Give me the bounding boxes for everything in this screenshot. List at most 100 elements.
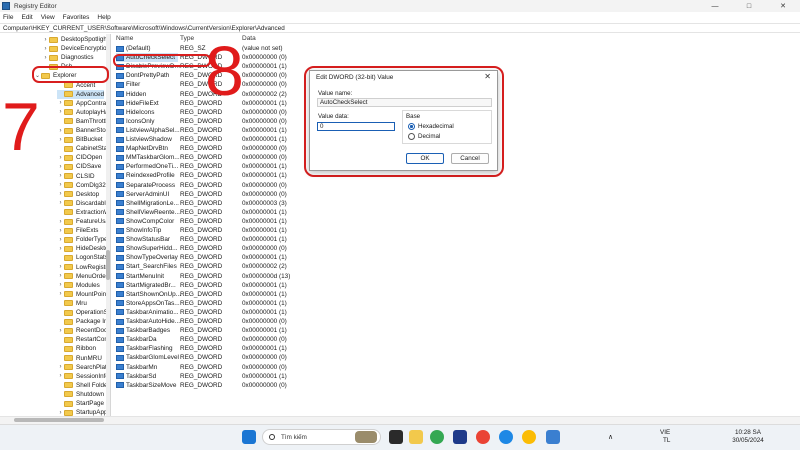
app-icon[interactable]: [453, 430, 467, 444]
chevron-right-icon[interactable]: ›: [42, 55, 49, 61]
value-name-cell[interactable]: ShowStatusBar: [116, 235, 173, 244]
value-name-cell[interactable]: TaskbarMn: [116, 363, 160, 372]
horizontal-scrollbar[interactable]: [0, 416, 800, 424]
chevron-right-icon[interactable]: ›: [57, 164, 64, 170]
tree-item[interactable]: BamThrottlin: [57, 117, 110, 126]
value-row[interactable]: ShellMigrationLe... REG_DWORD 0x00000003 (…: [112, 199, 800, 208]
tree-item[interactable]: StartPage: [57, 399, 104, 408]
value-name-cell[interactable]: IconsOnly: [116, 117, 157, 126]
tree-item[interactable]: ›FeatureUsage: [57, 217, 111, 226]
tree-item[interactable]: OperationSta: [57, 308, 110, 317]
chevron-right-icon[interactable]: ›: [57, 128, 64, 134]
value-name-cell[interactable]: ListviewAlphaSel...: [116, 126, 183, 135]
menu-edit[interactable]: Edit: [21, 14, 32, 21]
value-name-cell[interactable]: Hidden: [116, 90, 149, 99]
chrome-profile-icon[interactable]: [476, 430, 490, 444]
tree-item[interactable]: › HideDesktop: [57, 244, 111, 253]
chevron-right-icon[interactable]: ›: [57, 200, 64, 206]
chevron-right-icon[interactable]: ›: [57, 219, 64, 225]
cancel-button[interactable]: Cancel: [451, 153, 489, 164]
tree-item[interactable]: › Diagnostics: [42, 53, 94, 62]
horizontal-scrollbar-thumb[interactable]: [14, 418, 104, 422]
column-type[interactable]: Type: [180, 35, 194, 42]
value-name-cell[interactable]: ShowCompColor: [116, 217, 177, 226]
tree-item[interactable]: Package Insta: [57, 317, 110, 326]
value-name-cell[interactable]: Filter: [116, 80, 143, 89]
tree-item[interactable]: › StartupAppro: [57, 408, 111, 416]
chevron-right-icon[interactable]: ›: [57, 100, 64, 106]
value-row[interactable]: ShowStatusBar REG_DWORD 0x00000001 (1): [112, 235, 800, 244]
tree-item[interactable]: Shutdown: [57, 390, 104, 399]
tree-item[interactable]: CabinetState: [57, 144, 110, 153]
tree-item[interactable]: › DesktopSpotligh: [42, 35, 107, 44]
hexadecimal-radio[interactable]: [408, 123, 415, 130]
value-name-cell[interactable]: TaskbarBadges: [116, 326, 173, 335]
chevron-right-icon[interactable]: ›: [42, 46, 49, 52]
chevron-right-icon[interactable]: ›: [57, 364, 64, 370]
registry-editor-taskbar-icon[interactable]: [546, 430, 560, 444]
value-row[interactable]: ShowTypeOverlay REG_DWORD 0x00000001 (1): [112, 253, 800, 262]
value-name-cell[interactable]: Start_SearchFiles: [116, 262, 180, 271]
tree-item[interactable]: › FileExts: [57, 226, 99, 235]
value-row[interactable]: StartMenuInit REG_DWORD 0x0000000d (13): [112, 272, 800, 281]
value-row[interactable]: ShowCompColor REG_DWORD 0x00000001 (1): [112, 217, 800, 226]
value-row[interactable]: TaskbarAutoHide... REG_DWORD 0x00000000 (0…: [112, 317, 800, 326]
value-name-cell[interactable]: StartMenuInit: [116, 272, 167, 281]
chevron-right-icon[interactable]: ›: [42, 37, 49, 43]
chevron-right-icon[interactable]: ›: [57, 410, 64, 416]
value-name-cell[interactable]: DontPrettyPath: [116, 71, 172, 80]
value-name-cell[interactable]: MapNetDrvBtn: [116, 144, 171, 153]
chevron-right-icon[interactable]: ›: [57, 264, 64, 270]
tray-overflow-icon[interactable]: ∧: [608, 433, 613, 441]
address-bar[interactable]: Computer\HKEY_CURRENT_USER\Software\Micr…: [0, 23, 800, 33]
chevron-right-icon[interactable]: ›: [57, 191, 64, 197]
tree-item[interactable]: › RecentDocs: [57, 326, 111, 335]
ok-button[interactable]: OK: [406, 153, 444, 164]
chevron-right-icon[interactable]: ›: [57, 282, 64, 288]
tree-item[interactable]: › LowRegistry: [57, 263, 111, 272]
tree-scrollbar-thumb[interactable]: [106, 250, 110, 280]
tree-item[interactable]: › AutoplayHan: [57, 108, 111, 117]
tree-item[interactable]: LogonStats: [57, 253, 108, 262]
value-name-cell[interactable]: HideIcons: [116, 108, 157, 117]
value-name-cell[interactable]: SeparateProcess: [116, 181, 178, 190]
tree-item[interactable]: › Desktop: [57, 190, 100, 199]
chevron-right-icon[interactable]: ›: [57, 237, 64, 243]
chevron-right-icon[interactable]: ›: [57, 109, 64, 115]
minimize-button[interactable]: —: [698, 0, 732, 12]
tree-item[interactable]: › CIDSave: [57, 162, 102, 171]
value-data-input[interactable]: 0: [317, 122, 395, 131]
value-name-cell[interactable]: ServerAdminUI: [116, 190, 172, 199]
tree-item[interactable]: RunMRU: [57, 354, 102, 363]
tree-item[interactable]: Mru: [57, 299, 87, 308]
language-indicator[interactable]: VIE: [660, 429, 670, 436]
value-name-cell[interactable]: ShowInfoTip: [116, 226, 164, 235]
clock-time[interactable]: 10:28 SA: [728, 429, 768, 436]
value-name-cell[interactable]: ReindexedProfile: [116, 171, 178, 180]
value-row[interactable]: TaskbarDa REG_DWORD 0x00000000 (0): [112, 335, 800, 344]
chevron-right-icon[interactable]: ›: [57, 173, 64, 179]
value-name-cell[interactable]: ShellMigrationLe...: [116, 199, 182, 208]
chevron-right-icon[interactable]: ›: [57, 246, 64, 252]
decimal-option[interactable]: Decimal: [408, 133, 440, 140]
value-row[interactable]: TaskbarSizeMove REG_DWORD 0x00000000 (0): [112, 381, 800, 390]
value-row[interactable]: TaskbarBadges REG_DWORD 0x00000001 (1): [112, 326, 800, 335]
value-row[interactable]: StartShownOnUp... REG_DWORD 0x00000001 (1): [112, 290, 800, 299]
search-highlight-icon[interactable]: [355, 431, 377, 443]
messenger-icon[interactable]: [499, 430, 513, 444]
chrome-icon[interactable]: [430, 430, 444, 444]
column-data[interactable]: Data: [242, 35, 256, 42]
decimal-radio[interactable]: [408, 133, 415, 140]
chevron-right-icon[interactable]: ›: [57, 137, 64, 143]
chevron-right-icon[interactable]: ›: [57, 273, 64, 279]
tree-item[interactable]: › AppContract: [57, 99, 111, 108]
value-name-cell[interactable]: ShellViewReente...: [116, 208, 183, 217]
chevron-right-icon[interactable]: ›: [57, 328, 64, 334]
value-name-cell[interactable]: TaskbarGlomLevel: [116, 353, 182, 362]
value-row[interactable]: ServerAdminUI REG_DWORD 0x00000000 (0): [112, 190, 800, 199]
menu-favorites[interactable]: Favorites: [63, 14, 90, 21]
tree-item[interactable]: Advanced: [57, 89, 105, 99]
value-name-cell[interactable]: StartShownOnUp...: [116, 290, 184, 299]
tree-item[interactable]: › SearchPlatfor: [57, 363, 111, 372]
value-name-cell[interactable]: TaskbarFlashing: [116, 344, 176, 353]
